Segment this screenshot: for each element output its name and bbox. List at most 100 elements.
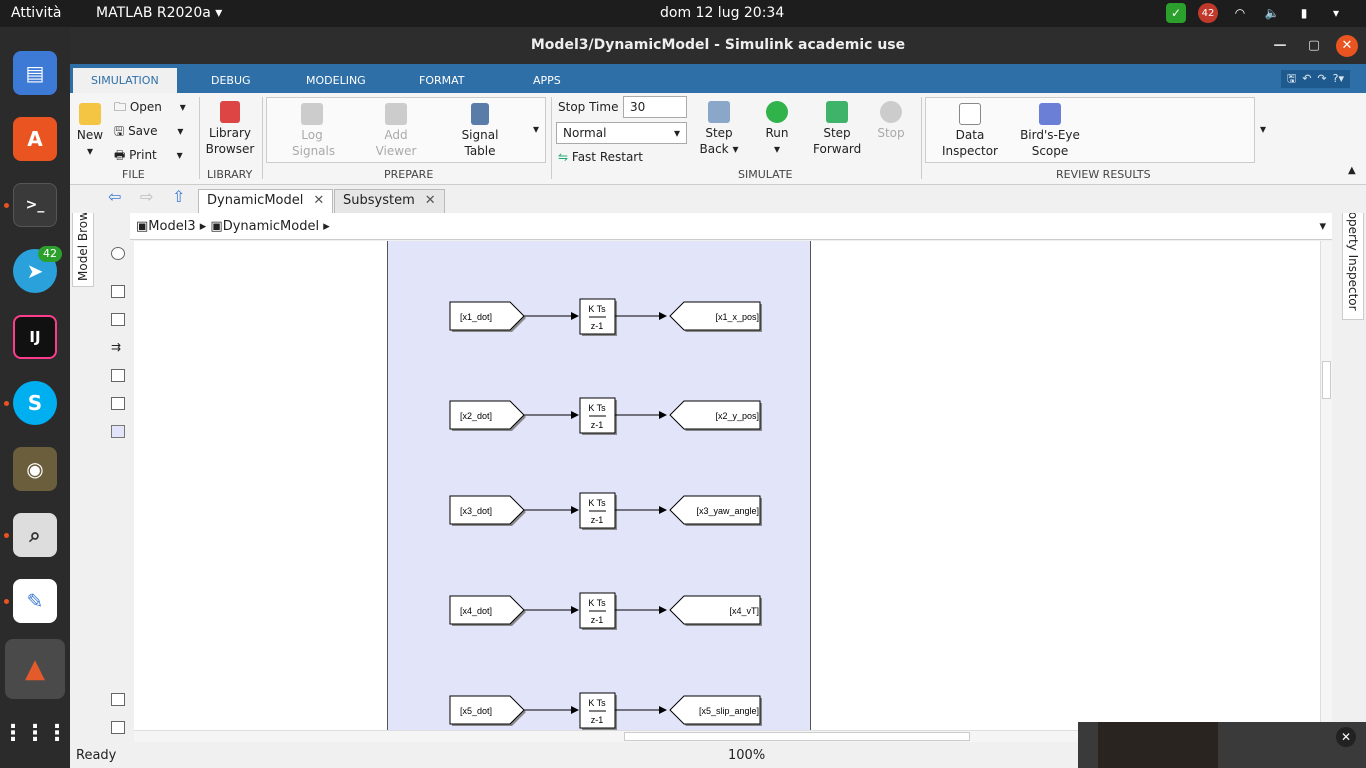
chevron-down-icon[interactable]: ▾ [1326,3,1346,23]
app-grid-icon[interactable]: ⋮⋮⋮ [2,711,68,755]
library-browser-button[interactable]: Library Browser [204,101,256,157]
signal-table-button[interactable]: Signal Table [456,103,504,159]
close-icon[interactable]: ✕ [313,193,324,208]
maximize-icon[interactable]: ▢ [1303,35,1325,57]
log-signals-button[interactable]: Log Signals [292,103,336,159]
close-icon[interactable]: ✕ [1336,35,1358,57]
back-icon[interactable]: ⇦ [108,189,121,205]
fast-restart-toggle[interactable]: ⇋ Fast Restart [558,149,643,165]
software-center-icon[interactable]: A [13,117,57,161]
tab-simulation[interactable]: SIMULATION [73,68,177,93]
skype-icon[interactable]: S [13,381,57,425]
arrow-icon[interactable]: ⇉ [111,341,125,354]
forward-icon[interactable]: ⇨ [140,189,153,205]
fit-view-icon[interactable] [111,313,125,326]
search-icon[interactable]: ⌕ [13,513,57,557]
gimp-icon[interactable]: ◉ [13,447,57,491]
activities-button[interactable]: Attività [11,5,61,21]
zoom-icon[interactable] [111,285,125,298]
diagram-row: [x3_dot] K Ts z-1 [x3_yaw_angle] [449,492,762,530]
battery-icon[interactable]: ▮ [1294,3,1314,23]
log-label-2: Signals [292,144,336,158]
stop-button[interactable]: Stop [876,101,906,141]
text-editor-icon[interactable]: ✎ [13,579,57,623]
area-icon[interactable] [111,425,125,438]
data-inspector-icon [959,103,981,125]
step-forward-label-2: Forward [813,142,862,156]
add-label-2: Viewer [375,144,417,158]
tab-debug[interactable]: DEBUG [193,68,269,93]
tab-format[interactable]: FORMAT [401,68,483,93]
report-icon[interactable] [111,721,125,734]
scroll-thumb[interactable] [1322,361,1331,399]
breadcrumb-item-model3[interactable]: Model3 [148,219,195,234]
stop-label: Stop [877,126,905,140]
system-top-bar: Attività MATLAB R2020a ▾ dom 12 lug 20:3… [0,0,1366,27]
save-icon[interactable]: 🖫 [1287,71,1296,87]
hide-show-icon[interactable] [111,247,125,260]
tab-subsystem[interactable]: Subsystem ✕ [334,189,445,213]
group-label-simulate: SIMULATE [738,168,793,181]
diagram-canvas[interactable]: [x1_dot] K Ts z-1 [x1_x_pos] [x2_dot] K Ts z-1… [134,241,1320,730]
intellij-icon[interactable]: IJ [13,315,57,359]
scroll-thumb[interactable] [624,732,970,741]
tab-modeling[interactable]: MODELING [288,68,384,93]
app-menu[interactable]: MATLAB R2020a ▾ [96,5,222,21]
terminal-icon[interactable]: >_ [13,183,57,227]
open-button[interactable]: 🗀 Open ▾ [114,99,190,115]
status-text: Ready [76,748,117,763]
notification-badge[interactable]: 42 [1198,3,1218,23]
library-label-1: Library [209,126,251,140]
up-icon[interactable]: ⇧ [172,189,185,205]
group-label-library: LIBRARY [207,168,253,181]
tab-dynamicmodel[interactable]: DynamicModel ✕ [198,189,334,213]
clock[interactable]: dom 12 lug 20:34 [660,5,784,21]
files-icon[interactable]: ▤ [13,51,57,95]
matlab-icon[interactable]: ▲ [5,639,65,699]
prepare-expand-icon[interactable]: ▾ [533,121,539,137]
ribbon-tabs: SIMULATION DEBUG MODELING FORMAT APPS 🖫 … [70,64,1366,93]
minimize-icon[interactable]: — [1269,35,1291,57]
step-forward-button[interactable]: Step Forward [813,101,861,157]
undo-icon[interactable]: ↶ [1302,71,1311,87]
step-back-button[interactable]: Step Back ▾ [698,101,740,157]
redo-icon[interactable]: ↷ [1317,71,1326,87]
close-icon[interactable]: ✕ [1336,727,1356,747]
vertical-scrollbar[interactable] [1320,241,1332,730]
save-button[interactable]: 🖫 Save ▾ [114,123,190,139]
integrator-numerator: K Ts [588,498,606,508]
check-icon[interactable]: ✓ [1166,3,1186,23]
volume-icon[interactable]: 🔈 [1262,3,1282,23]
screenshot-icon[interactable] [111,693,125,706]
help-icon[interactable]: ?▾ [1333,71,1344,87]
simulation-mode-select[interactable]: Normal ▾ [556,122,687,144]
wifi-icon[interactable]: ◠ [1230,3,1250,23]
add-viewer-button[interactable]: Add Viewer [375,103,417,159]
chevron-right-icon: ▸ [323,219,330,234]
running-indicator [4,533,9,538]
tab-apps[interactable]: APPS [515,68,579,93]
review-expand-icon[interactable]: ▾ [1260,121,1266,137]
add-viewer-icon [385,103,407,125]
chevron-down-icon: ▾ [179,100,186,114]
chevron-down-icon[interactable]: ▾ [1319,213,1326,240]
subsystem-icon: ▣ [210,219,223,234]
stop-icon [880,101,902,123]
window-titlebar: Model3/DynamicModel - Simulink academic … [70,27,1366,64]
step-forward-label-1: Step [823,126,851,140]
image-icon[interactable] [111,397,125,410]
print-button[interactable]: 🖶 Print ▾ [114,147,190,163]
chevron-down-icon: ▾ [773,142,781,156]
group-label-file: FILE [122,168,145,181]
breadcrumb-item-dynamicmodel[interactable]: DynamicModel [223,219,319,234]
data-inspector-button[interactable]: Data Inspector [940,103,1000,159]
new-button[interactable]: New ▾ [76,103,104,159]
table-icon [471,103,489,125]
collapse-ribbon-icon[interactable]: ▲ [1348,163,1356,179]
stop-time-input[interactable]: 30 [623,96,687,118]
annotation-icon[interactable] [111,369,125,382]
close-icon[interactable]: ✕ [425,193,436,208]
run-button[interactable]: Run ▾ [762,101,792,157]
birds-eye-icon [1039,103,1061,125]
birds-eye-scope-button[interactable]: Bird's-Eye Scope [1018,103,1082,159]
